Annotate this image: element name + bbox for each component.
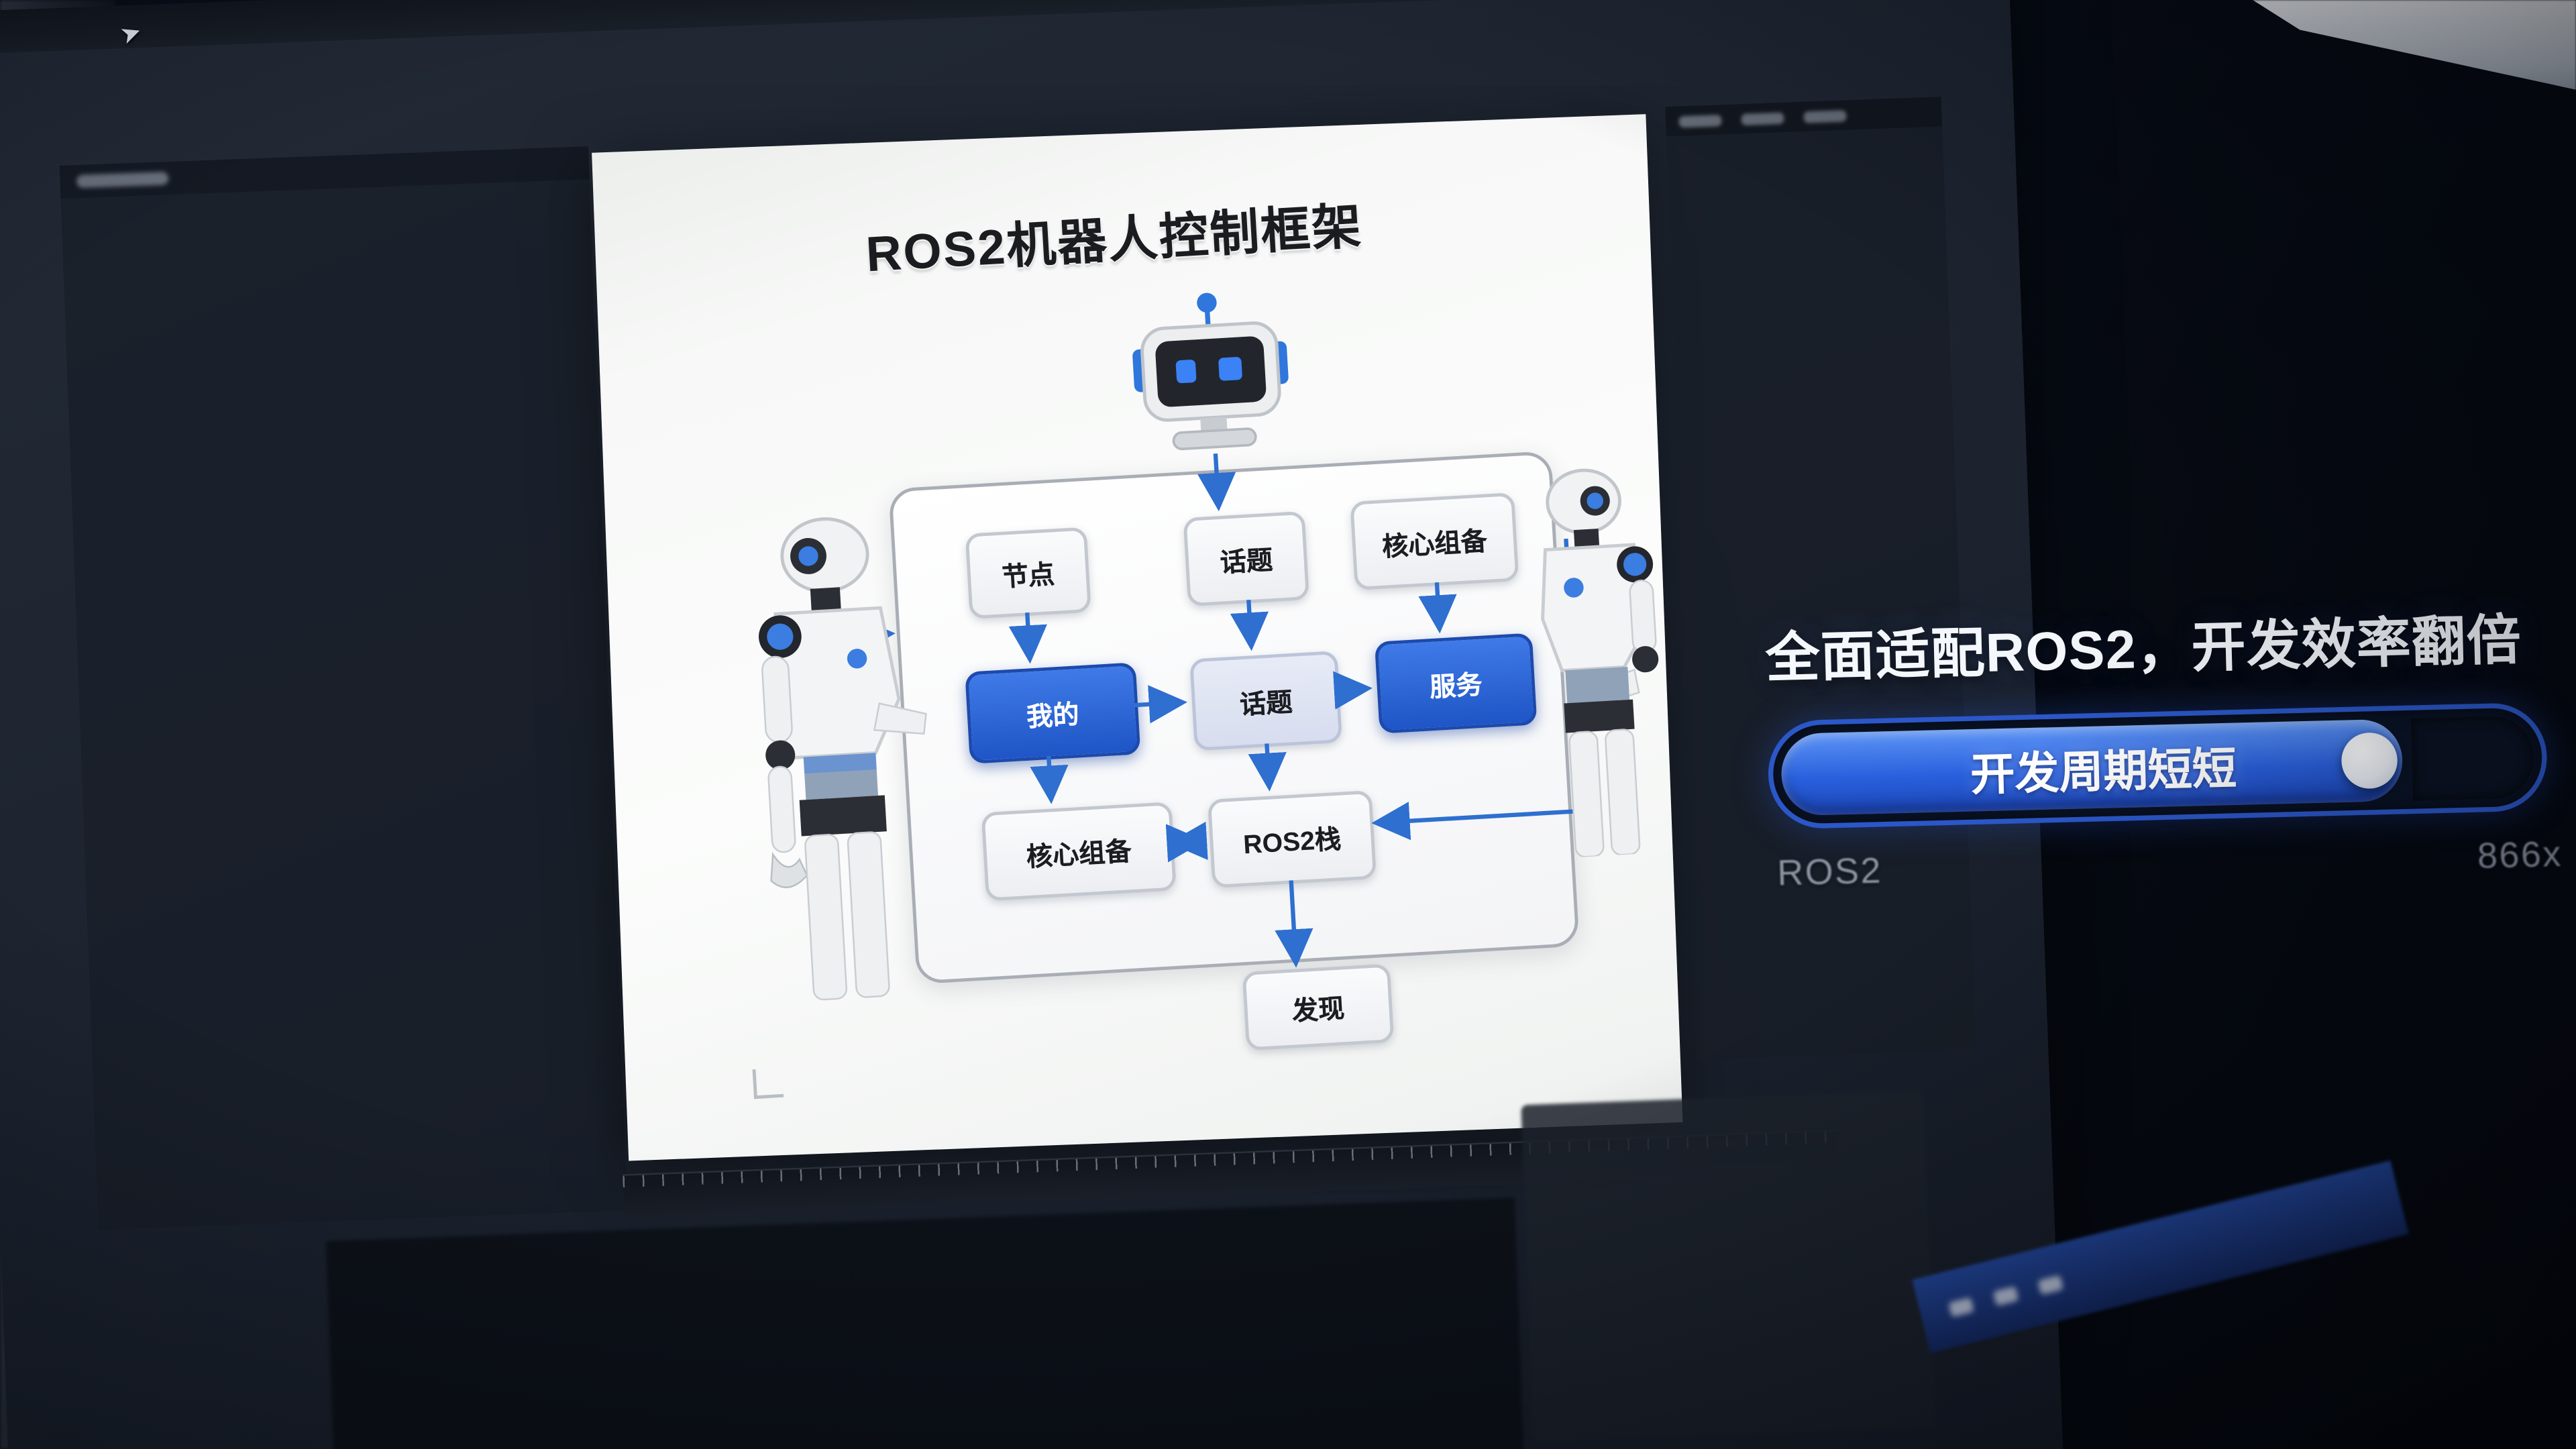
node-box-fuwu[interactable]: 服务 — [1375, 633, 1538, 733]
progress-pill[interactable]: 开发周期短短 — [1767, 702, 2548, 830]
screenshot-root: { "promo": { "headline": "全面适配ROS2，开发效率翻… — [0, 0, 2576, 1449]
viewport-corner-mark — [753, 1068, 784, 1099]
coordinates-panel — [1521, 1090, 1935, 1442]
screen-edge-highlight — [2182, 0, 2576, 115]
node-box-ros2-stack[interactable]: ROS2栈 — [1208, 790, 1377, 888]
promo-footer-right: 866x — [2477, 833, 2563, 878]
attributes-panel — [1665, 97, 1976, 1059]
progress-pill-track — [2411, 716, 2534, 801]
progress-pill-label: 开发周期短短 — [1969, 714, 2237, 820]
diagram-title: ROS2机器人控制框架 — [592, 169, 1643, 302]
object-tree-header — [60, 146, 590, 199]
node-box-wode[interactable]: 我的 — [965, 662, 1140, 764]
node-box-jiedian[interactable]: 节点 — [965, 527, 1091, 619]
node-box-hexin-bottom[interactable]: 核心组备 — [981, 802, 1177, 901]
node-box-faxian[interactable]: 发现 — [1242, 963, 1395, 1051]
menu-bar — [0, 0, 2009, 54]
promo-footer-left: ROS2 — [1777, 850, 1883, 895]
left-tool-strip — [0, 166, 53, 168]
mascot-robot-icon — [1116, 281, 1306, 472]
node-box-hexin-top[interactable]: 核心组备 — [1350, 492, 1519, 590]
node-box-huati-top[interactable]: 话题 — [1183, 511, 1309, 606]
node-box-huati-mid[interactable]: 话题 — [1189, 651, 1342, 751]
object-tree-panel — [60, 146, 627, 1230]
app-window: ➤ ROS2机器人控制框架 节点 — [0, 0, 2063, 1449]
attributes-header — [1665, 97, 1942, 136]
script-console[interactable] — [326, 1197, 1525, 1449]
coordinates-toolbar — [1538, 1104, 1913, 1118]
promo-block: 全面适配ROS2，开发效率翻倍 开发周期短短 ROS2 866x — [1764, 595, 2569, 896]
ros2-diagram: ROS2机器人控制框架 节点 话题 核心组备 我的 话题 服务 — [592, 114, 1682, 1161]
viewport-canvas[interactable]: ROS2机器人控制框架 节点 话题 核心组备 我的 话题 服务 — [592, 114, 1682, 1161]
